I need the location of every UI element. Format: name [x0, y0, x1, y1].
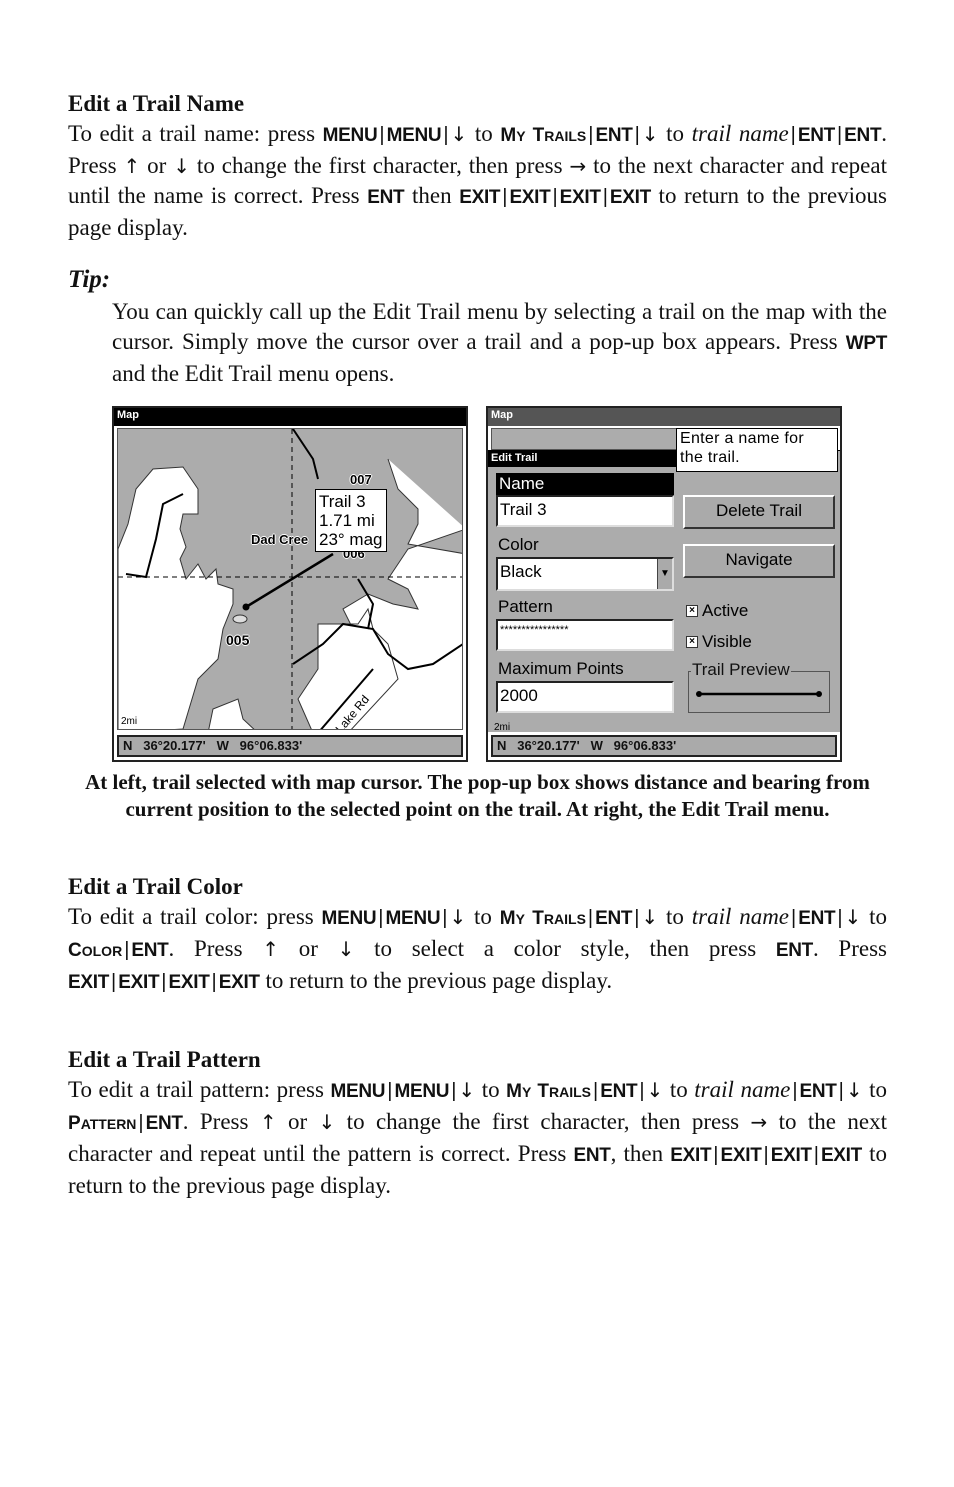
color-label: Color [498, 535, 539, 554]
popup-bearing: 23° mag [319, 530, 383, 549]
name-field[interactable]: Trail 3 [496, 495, 674, 527]
checkbox-checked-icon: × [686, 605, 698, 617]
map-screenshot-left: Map 007 Dad Cree 006 005 Lake Rd Trail 3… [112, 406, 468, 762]
popup-trail-name: Trail 3 [319, 492, 366, 511]
paragraph-edit-trail-color: To edit a trail color: press MENU | MENU | ↓… [68, 904, 888, 993]
trail-point [242, 603, 250, 611]
name-label: Name [496, 473, 674, 495]
navigate-button[interactable]: Navigate [683, 544, 835, 578]
map-title-bar: Map [114, 408, 466, 426]
fish-icon [232, 614, 248, 624]
paragraph-edit-trail-pattern: To edit a trail pattern: press MENU | MENU… [68, 1077, 888, 1198]
trail-preview-box: Trail Preview [688, 661, 830, 713]
active-label: Active [702, 601, 749, 620]
figure-caption: At left, trail selected with map cursor.… [85, 770, 870, 821]
map-scale-label: 2mi [121, 716, 138, 727]
max-points-label: Maximum Points [498, 659, 624, 678]
pattern-field[interactable]: **************** [496, 619, 674, 651]
edit-trail-screenshot-right: Map Edit Trail Name Trail 3 Color Black … [486, 406, 842, 762]
waypoint-label-007: 007 [350, 472, 372, 487]
edit-trail-dialog: Edit Trail Name Trail 3 Color Black ▼ Pa… [488, 450, 840, 732]
trail-info-popup: Trail 3 1.71 mi 23° mag [315, 489, 387, 552]
section-edit-trail-pattern: Edit a Trail Pattern To edit a trail pat… [68, 1045, 887, 1201]
checkbox-checked-icon: × [686, 636, 698, 648]
color-select-value: Black [500, 562, 542, 581]
creek-label: Dad Cree [251, 532, 309, 547]
position-status-bar: N 36°20.177' W 96°06.833' [117, 735, 463, 757]
help-tooltip: Enter a name for the trail. [676, 428, 838, 472]
paragraph-edit-trail-name: To edit a trail name: press MENU | MENU | ↓ … [68, 121, 888, 240]
help-text-line-1: Enter a name for [680, 430, 804, 447]
pattern-label: Pattern [498, 597, 553, 616]
visible-label: Visible [702, 632, 752, 651]
dialog-title: Edit Trail [488, 451, 678, 467]
popup-distance: 1.71 mi [319, 511, 375, 530]
visible-checkbox[interactable]: × Visible [686, 632, 752, 652]
chevron-down-icon[interactable]: ▼ [657, 559, 672, 589]
map-scale-label: 2mi [494, 722, 511, 733]
delete-trail-button[interactable]: Delete Trail [683, 495, 835, 529]
heading-edit-trail-color: Edit a Trail Color [68, 874, 243, 899]
help-text-line-2: the trail. [680, 449, 740, 466]
active-checkbox[interactable]: × Active [686, 601, 748, 621]
map-canvas: 007 Dad Cree 006 005 Lake Rd Trail 3 1.7… [117, 428, 463, 730]
color-select[interactable]: Black ▼ [496, 557, 674, 591]
map-graphics [118, 429, 462, 729]
trail-preview-line-icon [696, 691, 822, 697]
position-status-bar: N 36°20.177' W 96°06.833' [491, 735, 837, 757]
tip-paragraph: You can quickly call up the Edit Trail m… [112, 299, 887, 386]
tip-label: Tip: [68, 266, 111, 293]
heading-edit-trail-name: Edit a Trail Name [68, 91, 245, 116]
waypoint-label-005: 005 [226, 632, 250, 648]
max-points-field[interactable]: 2000 [496, 681, 674, 713]
heading-edit-trail-pattern: Edit a Trail Pattern [68, 1047, 261, 1072]
section-edit-trail-name: Edit a Trail Name To edit a trail name: … [68, 89, 887, 243]
map-title-bar: Map [488, 408, 840, 426]
section-edit-trail-color: Edit a Trail Color To edit a trail color… [68, 872, 887, 998]
